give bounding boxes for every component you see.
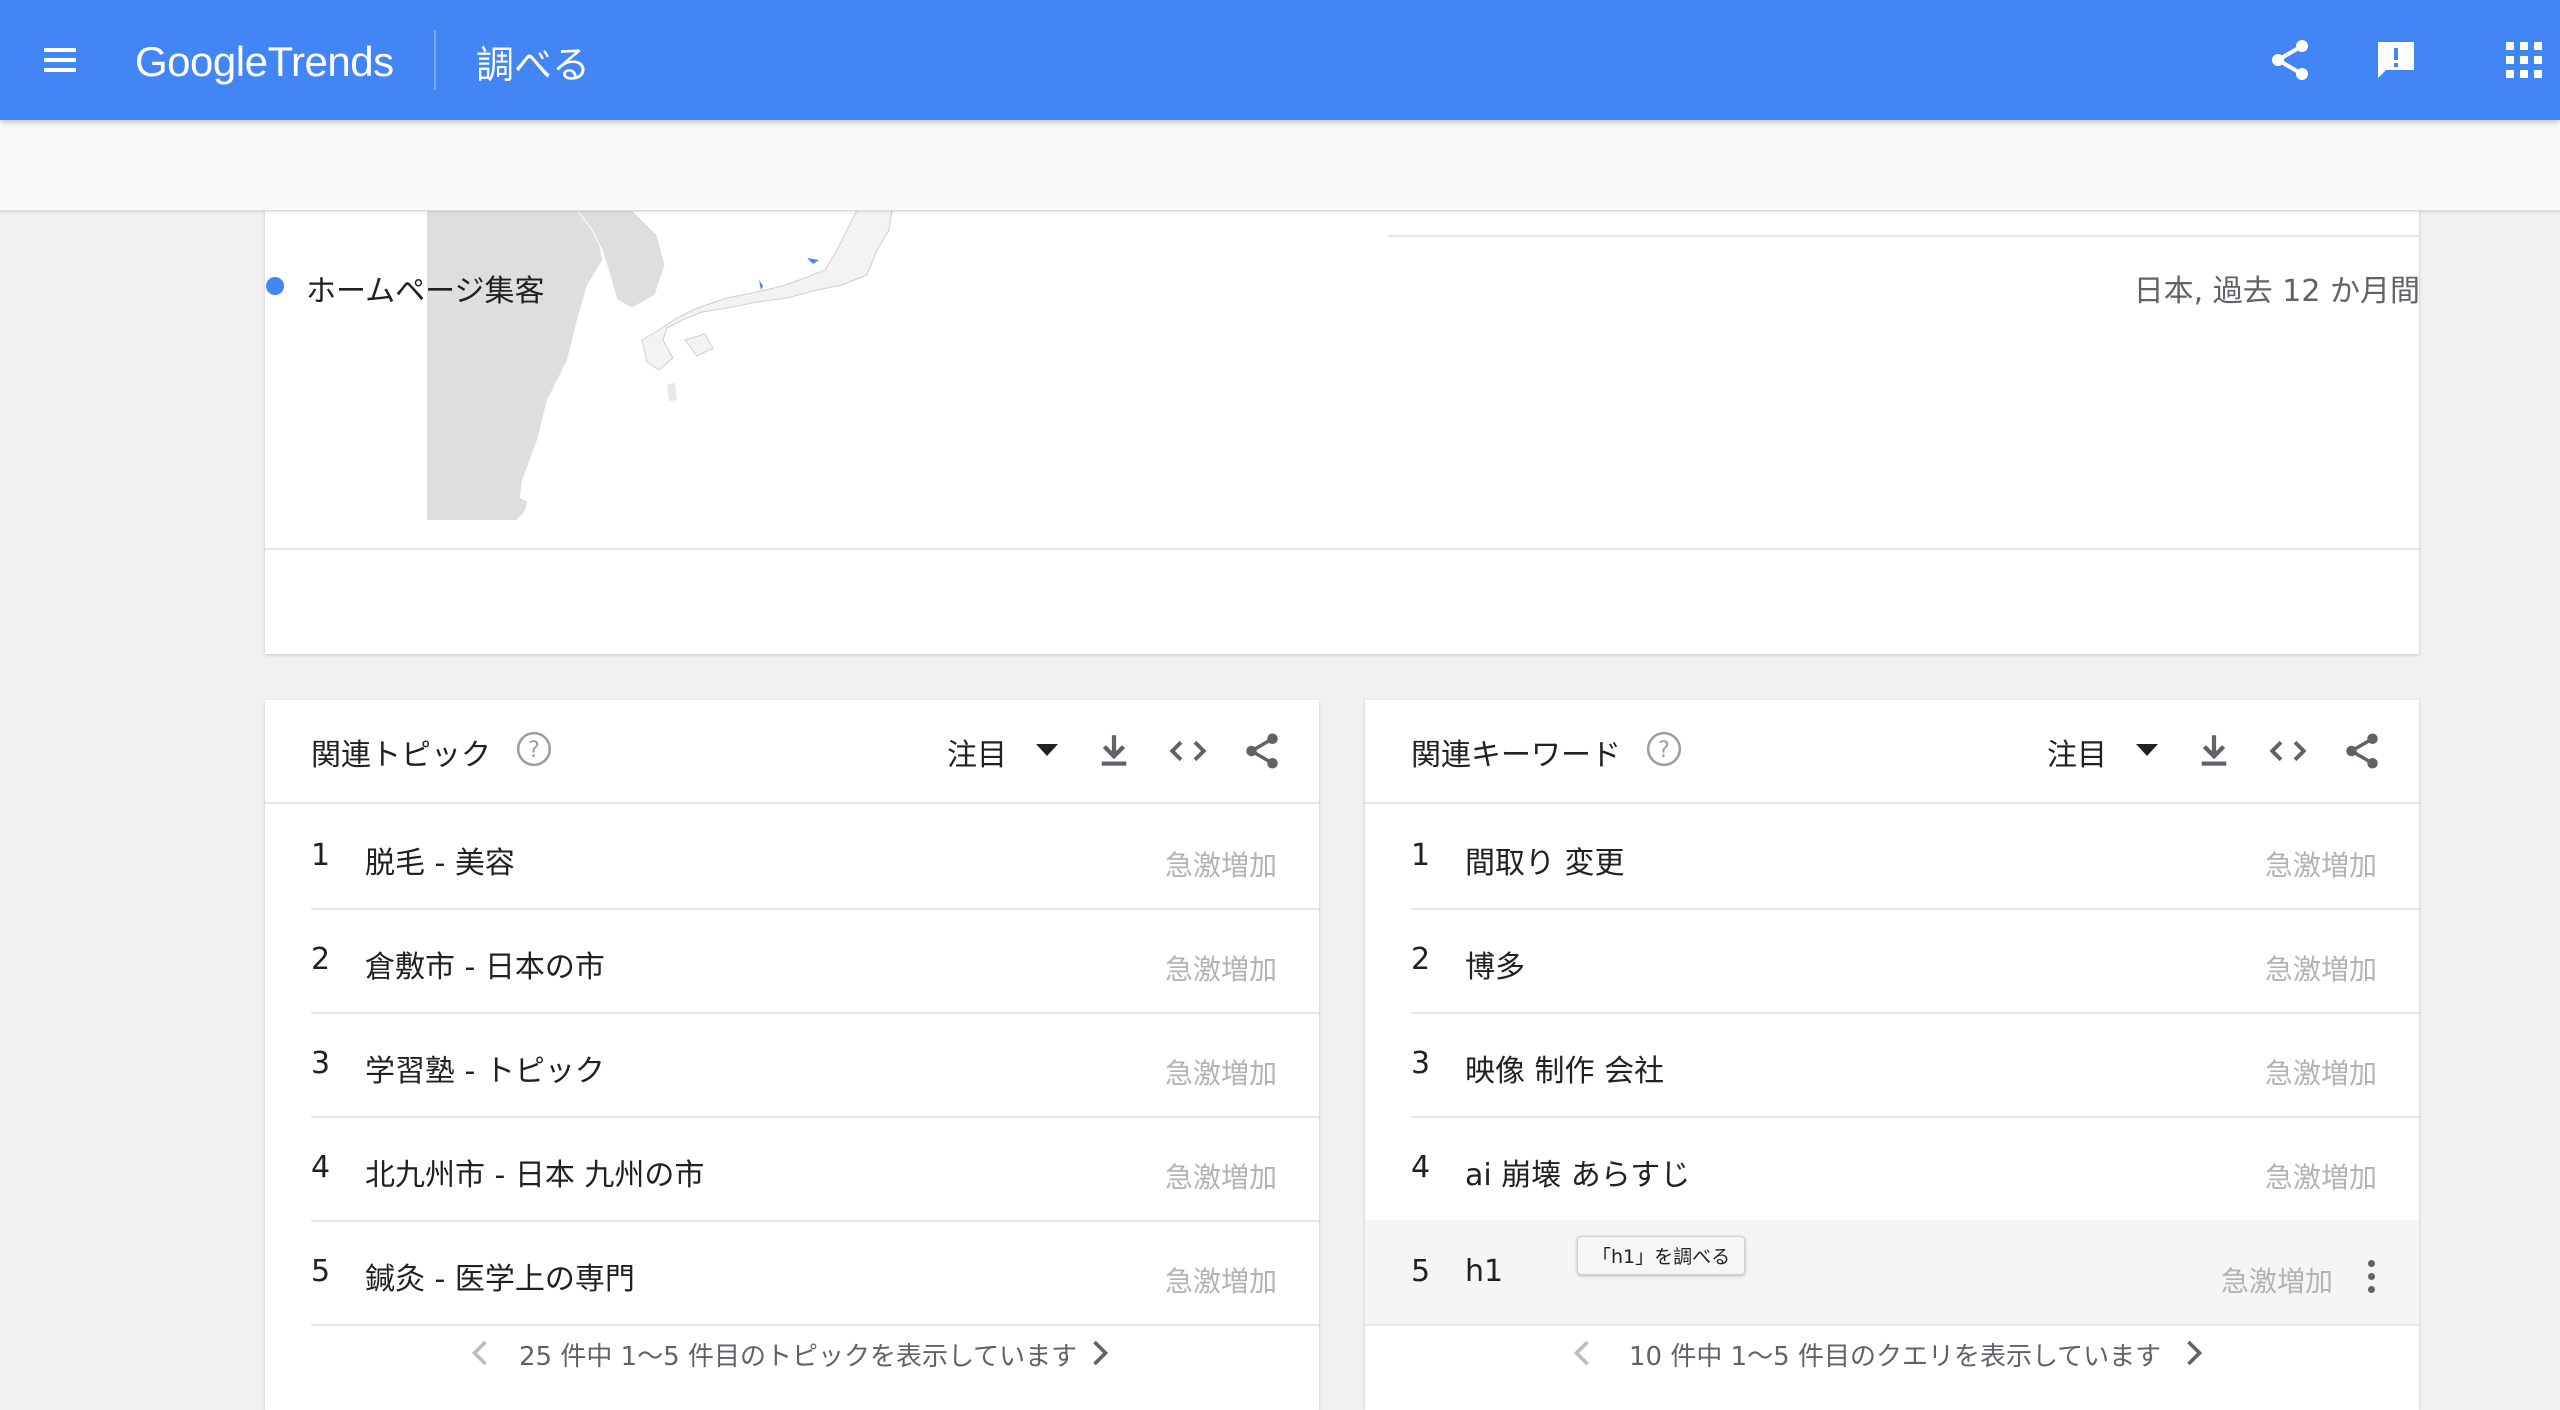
chevron-right-icon[interactable]: [2183, 1338, 2205, 1368]
list-item[interactable]: 5 鍼灸 - 医学上の専門 急激増加: [311, 1220, 1319, 1326]
item-value: 急激増加: [2264, 1057, 2377, 1090]
list-item[interactable]: 2 倉敷市 - 日本の市 急激増加: [311, 908, 1319, 1014]
svg-text:?: ?: [528, 737, 540, 763]
item-rank: 2: [311, 942, 331, 977]
feedback-icon[interactable]: [2372, 36, 2420, 84]
list-item[interactable]: 1 間取り 変更 急激増加: [1411, 804, 2419, 910]
caret-down-icon[interactable]: [1036, 744, 1058, 756]
embed-icon[interactable]: [2267, 730, 2309, 772]
item-label: ai 崩壊 あらすじ: [1465, 1158, 1691, 1193]
apps-icon[interactable]: [2500, 36, 2548, 84]
item-label: 間取り 変更: [1465, 846, 1625, 881]
search-term-label: ホームページ集客: [306, 274, 545, 309]
item-value: 急激増加: [2264, 849, 2377, 882]
explore-tooltip: 「h1」を調べる: [1577, 1236, 1746, 1275]
related-queries-title: 関連キーワード: [1411, 738, 1621, 773]
list-item[interactable]: 2 博多 急激増加: [1411, 908, 2419, 1014]
item-rank: 5: [311, 1254, 331, 1289]
item-rank: 3: [1411, 1046, 1431, 1081]
item-rank: 4: [1411, 1150, 1431, 1185]
region-period-label: 日本, 過去 12 か月間: [2133, 274, 2420, 309]
item-value: 急激増加: [2220, 1265, 2333, 1298]
share-icon[interactable]: [1241, 730, 1283, 772]
help-icon[interactable]: ?: [1645, 730, 1683, 768]
list-item[interactable]: 1 脱毛 - 美容 急激増加: [311, 804, 1319, 910]
filter-dropdown[interactable]: 注目: [947, 730, 1007, 774]
item-label: 北九州市 - 日本 九州の市: [365, 1158, 705, 1193]
related-queries-header: 関連キーワード ? 注目: [1365, 700, 2419, 804]
item-value: 急激増加: [1164, 1265, 1277, 1298]
related-topics-title: 関連トピック: [311, 738, 491, 773]
chevron-left-icon[interactable]: [1571, 1338, 1593, 1368]
download-icon[interactable]: [2193, 730, 2235, 772]
help-icon[interactable]: ?: [515, 730, 553, 768]
search-term-bar: ホームページ集客 日本, 過去 12 か月間: [0, 120, 2560, 309]
item-value: 急激増加: [1164, 953, 1277, 986]
item-rank: 4: [311, 1150, 331, 1185]
page-title: 調べる: [476, 43, 591, 87]
share-icon[interactable]: [2266, 36, 2314, 84]
term-color-dot: [266, 277, 284, 295]
more-options-icon[interactable]: [2365, 1260, 2377, 1294]
download-icon[interactable]: [1093, 730, 1135, 772]
map-list-divider: [1388, 235, 2419, 237]
item-value: 急激増加: [1164, 1161, 1277, 1194]
embed-icon[interactable]: [1167, 730, 1209, 772]
filter-dropdown[interactable]: 注目: [2047, 730, 2107, 774]
list-item[interactable]: 3 映像 制作 会社 急激増加: [1411, 1012, 2419, 1118]
pagination-text: 10 件中 1〜5 件目のクエリを表示しています: [1629, 1342, 2162, 1372]
related-topics-card: 関連トピック ? 注目 1 脱毛 - 美容 急激増加 2 倉敷市 - 日本の市 …: [265, 700, 1319, 1410]
app-bar: GoogleTrends 調べる: [0, 0, 2560, 120]
header-divider: [434, 30, 436, 90]
related-queries-card: 関連キーワード ? 注目 1 間取り 変更 急激増加 2 博多 急激増加 3 映…: [1365, 700, 2419, 1410]
item-label: 博多: [1465, 950, 1525, 985]
item-value: 急激増加: [1164, 849, 1277, 882]
pagination: 25 件中 1〜5 件目のトピックを表示しています: [265, 1330, 1319, 1390]
pagination-text: 25 件中 1〜5 件目のトピックを表示しています: [519, 1342, 1078, 1372]
caret-down-icon[interactable]: [2136, 744, 2158, 756]
item-label: 脱毛 - 美容: [365, 846, 515, 881]
item-label: 鍼灸 - 医学上の専門: [365, 1262, 635, 1297]
list-item[interactable]: 4 ai 崩壊 あらすじ 急激増加: [1411, 1116, 2419, 1222]
item-value: 急激増加: [1164, 1057, 1277, 1090]
interest-by-region-card: [265, 190, 2419, 654]
list-item[interactable]: 3 学習塾 - トピック 急激増加: [311, 1012, 1319, 1118]
region-map[interactable]: [427, 190, 1147, 540]
item-rank: 5: [1411, 1254, 1431, 1289]
item-rank: 1: [311, 838, 331, 873]
share-icon[interactable]: [2341, 730, 2383, 772]
map-card-footer-divider: [265, 548, 2419, 550]
item-label: 映像 制作 会社: [1465, 1054, 1665, 1089]
logo-google: Google: [135, 38, 268, 85]
item-rank: 1: [1411, 838, 1431, 873]
chevron-left-icon[interactable]: [469, 1338, 491, 1368]
related-topics-header: 関連トピック ? 注目: [265, 700, 1319, 804]
item-label: h1: [1465, 1254, 1504, 1289]
google-trends-logo[interactable]: GoogleTrends: [135, 38, 394, 86]
item-value: 急激増加: [2264, 953, 2377, 986]
list-item-hovered[interactable]: 5 h1 「h1」を調べる 急激増加: [1365, 1220, 2419, 1326]
item-rank: 2: [1411, 942, 1431, 977]
item-value: 急激増加: [2264, 1161, 2377, 1194]
list-item[interactable]: 4 北九州市 - 日本 九州の市 急激増加: [311, 1116, 1319, 1222]
item-rank: 3: [311, 1046, 331, 1081]
item-label: 倉敷市 - 日本の市: [365, 950, 605, 985]
chevron-right-icon[interactable]: [1089, 1338, 1111, 1368]
pagination: 10 件中 1〜5 件目のクエリを表示しています: [1365, 1330, 2419, 1390]
logo-trends: Trends: [267, 38, 394, 85]
menu-icon[interactable]: [40, 44, 76, 76]
item-label: 学習塾 - トピック: [365, 1054, 605, 1089]
svg-text:?: ?: [1658, 737, 1670, 763]
